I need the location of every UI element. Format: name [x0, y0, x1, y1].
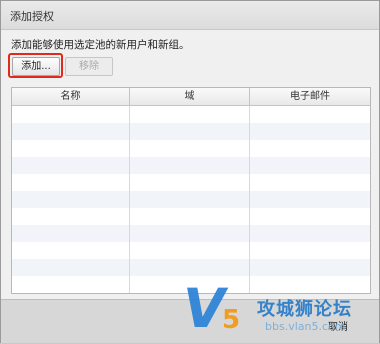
- table-header: 名称 域 电子邮件: [12, 88, 370, 106]
- table-row: [12, 157, 370, 174]
- watermark-logo: V 5 攻城狮论坛 bbs.vlan5.com: [177, 277, 380, 344]
- watermark-5-digit: 5: [222, 305, 241, 335]
- column-header-name[interactable]: 名称: [12, 88, 130, 105]
- table-row: [12, 106, 370, 123]
- watermark-url: bbs.vlan5.com: [265, 320, 346, 333]
- remove-button[interactable]: 移除: [65, 57, 113, 76]
- permissions-table: 名称 域 电子邮件: [11, 87, 371, 294]
- table-row: [12, 242, 370, 259]
- title-bar[interactable]: 添加授权: [1, 1, 379, 30]
- table-row: [12, 123, 370, 140]
- dialog-title: 添加授权: [10, 10, 54, 23]
- table-row: [12, 225, 370, 242]
- table-row: [12, 191, 370, 208]
- dialog-description: 添加能够使用选定池的新用户和新组。: [11, 39, 190, 51]
- table-body: [12, 106, 370, 293]
- column-header-domain[interactable]: 域: [130, 88, 250, 105]
- table-row: [12, 140, 370, 157]
- highlight-box: [8, 53, 63, 78]
- column-header-email[interactable]: 电子邮件: [250, 88, 370, 105]
- table-row: [12, 259, 370, 276]
- watermark-brand: 攻城狮论坛: [257, 299, 352, 320]
- table-row: [12, 174, 370, 191]
- table-row: [12, 208, 370, 225]
- add-permission-dialog: 添加授权 添加能够使用选定池的新用户和新组。 添加... 移除 名称 域 电子邮…: [0, 0, 380, 343]
